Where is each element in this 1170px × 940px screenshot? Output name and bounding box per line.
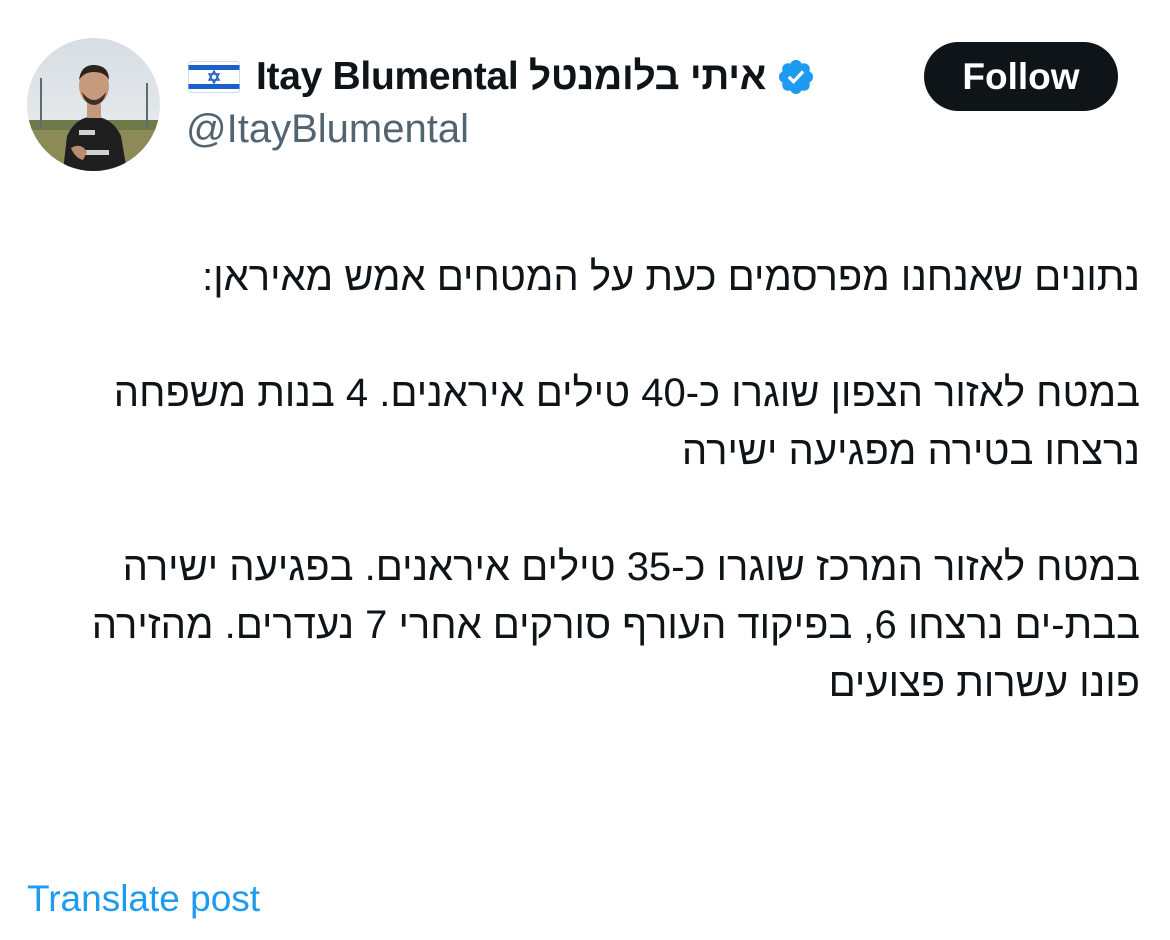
post-paragraph: במטח לאזור הצפון שוגרו כ-40 טילים איראני…: [113, 371, 1140, 473]
follow-button[interactable]: Follow: [924, 42, 1118, 111]
israel-flag-icon: [188, 61, 240, 93]
author-avatar[interactable]: [27, 38, 160, 171]
translate-post-link[interactable]: Translate post: [27, 878, 260, 920]
author-name-row[interactable]: Itay Blumental איתי בלומנטל: [188, 52, 816, 102]
post-text: נתונים שאנחנו מפרסמים כעת על המטחים אמש …: [40, 248, 1140, 712]
author-handle[interactable]: @ItayBlumental: [186, 107, 469, 152]
post-paragraph: נתונים שאנחנו מפרסמים כעת על המטחים אמש …: [202, 255, 1140, 299]
post-paragraph: במטח לאזור המרכז שוגרו כ-35 טילים איראני…: [91, 545, 1140, 705]
verified-badge-icon: [778, 59, 814, 95]
author-display-name[interactable]: Itay Blumental איתי בלומנטל: [256, 55, 766, 99]
